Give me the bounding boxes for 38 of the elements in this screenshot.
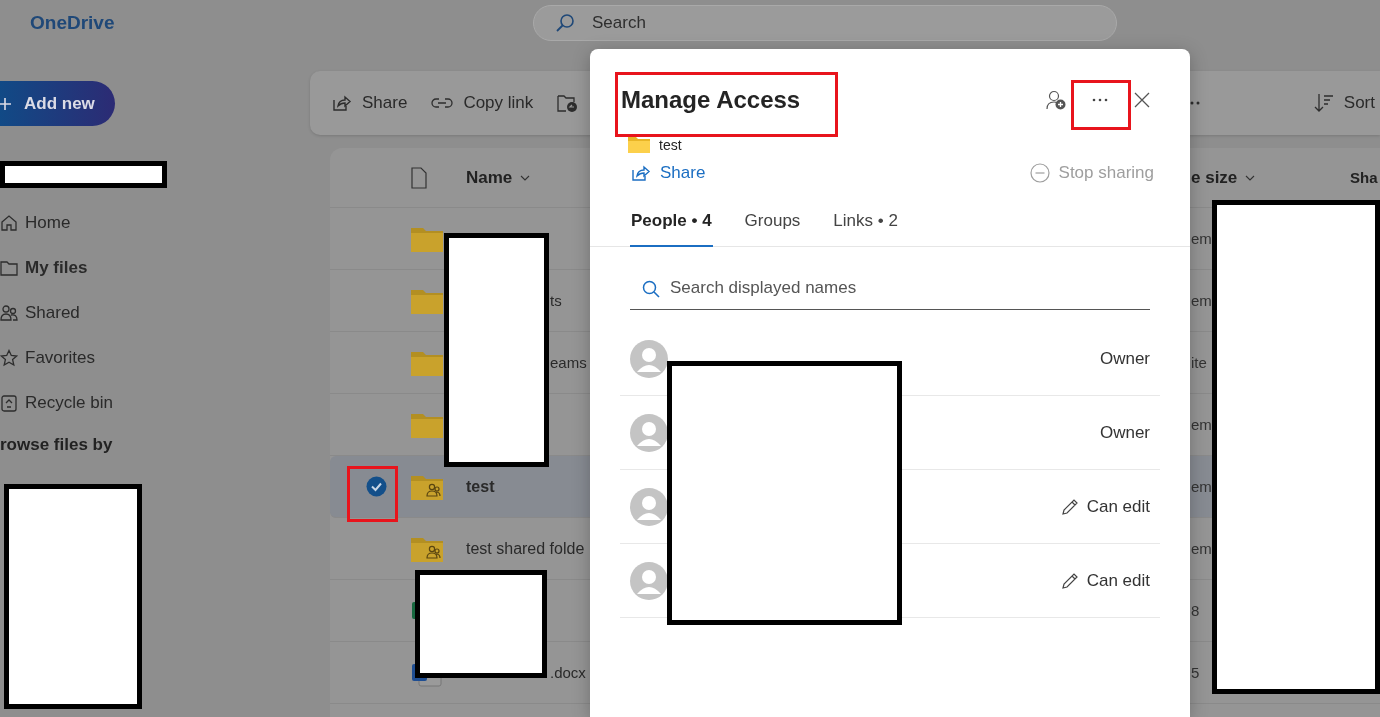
tab[interactable]: Links • 2 <box>832 211 899 247</box>
permission-button[interactable]: Owner <box>1099 422 1150 443</box>
toolbar-button[interactable]: Share <box>332 93 408 113</box>
file-name: ts <box>549 291 562 309</box>
section-heading: rowse files by <box>0 435 114 455</box>
file-size: em <box>1191 477 1212 495</box>
nav-item[interactable]: My files <box>0 245 310 290</box>
add-new-button[interactable]: Add new <box>0 81 115 126</box>
share-link[interactable]: Share <box>631 163 706 183</box>
file-size: 5 <box>1191 663 1200 681</box>
file-size: ite <box>1191 353 1207 371</box>
column-header[interactable]: Name <box>460 167 590 188</box>
column-header[interactable]: e size <box>1191 167 1350 188</box>
item-name: test <box>659 136 682 153</box>
nav-item[interactable]: Home <box>0 200 310 245</box>
file-name: .docx <box>549 663 586 681</box>
file-size: em <box>1191 415 1212 433</box>
permission-button[interactable]: Can edit <box>1060 496 1150 517</box>
app-title: OneDrive <box>30 11 116 34</box>
file-name: test <box>466 477 495 495</box>
file-size: 8 <box>1191 601 1200 619</box>
file-size: em <box>1191 291 1212 309</box>
nav-item[interactable]: Shared <box>0 290 310 335</box>
dialog-title: Manage Access <box>621 86 801 114</box>
toolbar-button[interactable]: Copy link <box>431 93 534 113</box>
file-size: em <box>1191 229 1212 247</box>
file-name: eams <box>549 353 587 371</box>
column-header[interactable]: Sha <box>1350 169 1380 186</box>
tab[interactable]: Groups <box>743 211 802 247</box>
permission-button[interactable]: Can edit <box>1060 570 1150 591</box>
search-field[interactable]: Search <box>533 4 1117 41</box>
nav-item[interactable]: Favorites <box>0 335 310 380</box>
permission-button[interactable]: Owner <box>1099 348 1150 369</box>
nav-item[interactable]: Recycle bin <box>0 380 310 425</box>
tab[interactable]: People • 4 <box>630 211 713 247</box>
file-name: test shared folde <box>466 539 585 557</box>
file-size: em <box>1191 539 1212 557</box>
sort-button[interactable]: Sort <box>1313 93 1375 113</box>
